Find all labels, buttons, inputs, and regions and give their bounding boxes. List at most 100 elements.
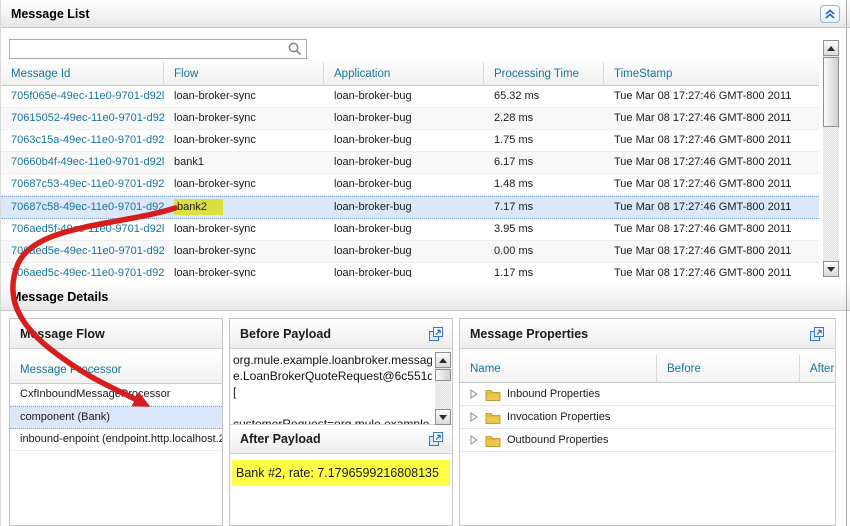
application-cell: loan-broker-bug bbox=[324, 174, 484, 195]
processing-time-cell: 3.95 ms bbox=[484, 219, 604, 240]
expand-triangle-icon[interactable] bbox=[469, 389, 479, 399]
processing-time-cell: 0.00 ms bbox=[484, 241, 604, 262]
message-list-header-row: Message Id Flow Application Processing T… bbox=[1, 62, 819, 86]
message-id-link[interactable]: 705f065e-49ec-11e0-9701-d92l bbox=[1, 86, 164, 107]
application-cell: loan-broker-bug bbox=[324, 219, 484, 240]
column-header-before[interactable]: Before bbox=[657, 355, 800, 382]
column-header-message-processor[interactable]: Message Processor bbox=[10, 357, 222, 384]
folder-icon bbox=[485, 388, 501, 401]
flow-cell: loan-broker-sync bbox=[164, 130, 324, 151]
properties-header-row: Name Before After bbox=[460, 355, 835, 383]
property-group-row[interactable]: Outbound Properties bbox=[460, 429, 835, 452]
message-id-link[interactable]: 70687c53-49ec-11e0-9701-d92 bbox=[1, 174, 164, 195]
message-flow-row[interactable]: inbound-enpoint (endpoint.http.localhost… bbox=[10, 429, 222, 451]
column-header-message-id[interactable]: Message Id bbox=[1, 62, 164, 86]
processing-time-cell: 1.17 ms bbox=[484, 263, 604, 277]
message-properties-panel: Message Properties Name Before After Inb… bbox=[459, 318, 836, 526]
message-list-section-bar: Message List bbox=[1, 0, 850, 28]
application-cell: loan-broker-bug bbox=[324, 152, 484, 173]
after-payload-highlighted-value: Bank #2, rate: 7.1796599216808135 bbox=[232, 460, 450, 486]
before-payload-scrollbar[interactable] bbox=[435, 352, 451, 425]
property-group-row[interactable]: Inbound Properties bbox=[460, 383, 835, 406]
expand-triangle-icon[interactable] bbox=[469, 412, 479, 422]
scroll-down-button[interactable] bbox=[435, 409, 451, 425]
column-header-application[interactable]: Application bbox=[324, 62, 484, 86]
column-header-timestamp[interactable]: TimeStamp bbox=[604, 62, 819, 86]
processing-time-cell: 7.17 ms bbox=[484, 197, 604, 218]
message-flow-row[interactable]: CxfInboundMessageProcessor bbox=[10, 384, 222, 406]
collapse-panel-button[interactable] bbox=[820, 5, 840, 23]
application-cell: loan-broker-bug bbox=[324, 108, 484, 129]
arrow-up-icon bbox=[827, 46, 835, 51]
table-row[interactable]: 705f065e-49ec-11e0-9701-d92l loan-broker… bbox=[1, 86, 819, 108]
table-row[interactable]: 70660b4f-49ec-11e0-9701-d92l bank1 loan-… bbox=[1, 152, 819, 174]
payload-line: customerRequest=org.mule.example bbox=[233, 416, 432, 424]
application-cell: loan-broker-bug bbox=[324, 86, 484, 107]
expand-triangle-icon[interactable] bbox=[469, 435, 479, 445]
after-payload-header: After Payload bbox=[230, 424, 452, 454]
arrow-down-icon bbox=[439, 415, 447, 420]
flow-cell: loan-broker-sync bbox=[164, 241, 324, 262]
scrollbar-thumb[interactable] bbox=[823, 57, 839, 127]
search-input[interactable] bbox=[10, 41, 287, 57]
column-header-processing-time[interactable]: Processing Time bbox=[484, 62, 604, 86]
message-search-box bbox=[9, 39, 307, 59]
message-list-scrollbar[interactable] bbox=[823, 40, 839, 277]
timestamp-cell: Tue Mar 08 17:27:46 GMT-800 2011 bbox=[604, 108, 819, 129]
popout-before-payload-icon[interactable] bbox=[428, 326, 444, 342]
message-id-link[interactable]: 706aed5e-49ec-11e0-9701-d92 bbox=[1, 241, 164, 262]
application-cell: loan-broker-bug bbox=[324, 241, 484, 262]
table-row[interactable]: 70687c53-49ec-11e0-9701-d92 loan-broker-… bbox=[1, 174, 819, 196]
payload-line: e.LoanBrokerQuoteRequest@6c551d bbox=[233, 368, 432, 384]
processing-time-cell: 1.75 ms bbox=[484, 130, 604, 151]
timestamp-cell: Tue Mar 08 17:27:46 GMT-800 2011 bbox=[604, 263, 819, 277]
popout-message-properties-icon[interactable] bbox=[809, 326, 825, 342]
scrollbar-thumb[interactable] bbox=[435, 369, 451, 381]
table-row-selected[interactable]: 70687c58-49ec-11e0-9701-d92 bank2 loan-b… bbox=[1, 196, 819, 219]
column-header-name[interactable]: Name bbox=[460, 355, 657, 382]
table-row[interactable]: 70615052-49ec-11e0-9701-d92 loan-broker-… bbox=[1, 108, 819, 130]
message-id-link[interactable]: 70687c58-49ec-11e0-9701-d92 bbox=[1, 197, 164, 218]
before-payload-content: org.mule.example.loanbroker.messag e.Loa… bbox=[230, 349, 432, 424]
message-flow-row-selected[interactable]: component (Bank) bbox=[10, 406, 222, 429]
flow-cell: bank1 bbox=[164, 152, 324, 173]
message-id-link[interactable]: 7063c15a-49ec-11e0-9701-d92 bbox=[1, 130, 164, 151]
message-id-link[interactable]: 70615052-49ec-11e0-9701-d92 bbox=[1, 108, 164, 129]
popout-after-payload-icon[interactable] bbox=[428, 431, 444, 447]
scroll-up-button[interactable] bbox=[823, 40, 839, 56]
column-header-flow[interactable]: Flow bbox=[164, 62, 324, 86]
flow-cell: loan-broker-sync bbox=[164, 263, 324, 277]
after-payload-title: After Payload bbox=[240, 432, 321, 446]
application-cell: loan-broker-bug bbox=[324, 197, 484, 218]
message-details-section-bar: Message Details bbox=[1, 283, 850, 311]
timestamp-cell: Tue Mar 08 17:27:46 GMT-800 2011 bbox=[604, 197, 819, 218]
timestamp-cell: Tue Mar 08 17:27:46 GMT-800 2011 bbox=[604, 86, 819, 107]
message-properties-header: Message Properties bbox=[460, 319, 835, 349]
before-payload-header: Before Payload bbox=[230, 319, 452, 349]
property-group-row[interactable]: Invocation Properties bbox=[460, 406, 835, 429]
message-details-title: Message Details bbox=[11, 290, 108, 304]
message-id-link[interactable]: 70660b4f-49ec-11e0-9701-d92l bbox=[1, 152, 164, 173]
message-flow-panel-header: Message Flow bbox=[10, 319, 222, 349]
message-properties-title: Message Properties bbox=[470, 327, 588, 341]
table-row[interactable]: 7063c15a-49ec-11e0-9701-d92 loan-broker-… bbox=[1, 130, 819, 152]
payload-line: [ bbox=[233, 384, 432, 400]
search-icon[interactable] bbox=[287, 41, 303, 57]
table-row[interactable]: 706aed5f-49ec-11e0-9701-d92l loan-broker… bbox=[1, 219, 819, 241]
timestamp-cell: Tue Mar 08 17:27:46 GMT-800 2011 bbox=[604, 152, 819, 173]
scroll-up-button[interactable] bbox=[435, 352, 451, 368]
property-group-label: Invocation Properties bbox=[507, 411, 610, 423]
property-group-label: Outbound Properties bbox=[507, 434, 609, 446]
processing-time-cell: 2.28 ms bbox=[484, 108, 604, 129]
message-id-link[interactable]: 706aed5f-49ec-11e0-9701-d92l bbox=[1, 219, 164, 240]
payload-line: org.mule.example.loanbroker.messag bbox=[233, 352, 432, 368]
message-id-link[interactable]: 706aed5c-49ec-11e0-9701-d92 bbox=[1, 263, 164, 277]
page-right-border bbox=[846, 0, 847, 526]
table-row[interactable]: 706aed5e-49ec-11e0-9701-d92 loan-broker-… bbox=[1, 241, 819, 263]
column-header-after[interactable]: After bbox=[800, 355, 835, 382]
flow-cell: loan-broker-sync bbox=[164, 108, 324, 129]
table-row[interactable]: 706aed5c-49ec-11e0-9701-d92 loan-broker-… bbox=[1, 263, 819, 277]
timestamp-cell: Tue Mar 08 17:27:46 GMT-800 2011 bbox=[604, 174, 819, 195]
scroll-down-button[interactable] bbox=[823, 261, 839, 277]
payload-panel: Before Payload org.mule.example.loanbrok… bbox=[229, 318, 453, 526]
